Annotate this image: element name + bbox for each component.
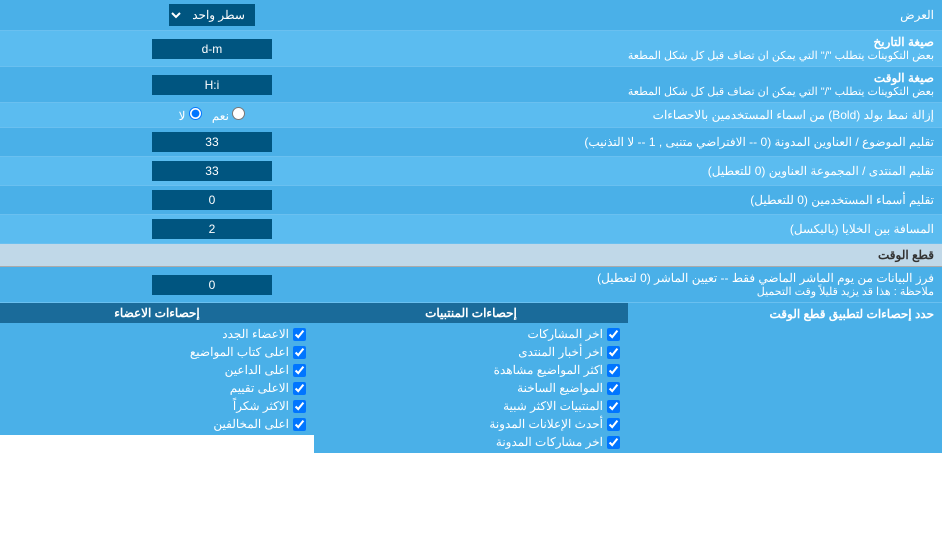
bold-row: إزالة نمط بولد (Bold) من اسماء المستخدمي… [0,103,942,128]
date-format-label-line2: بعض التكوينات يتطلب "/" التي يمكن ان تضا… [432,49,934,62]
member-check-1[interactable] [293,346,306,359]
cell-spacing-value [0,215,424,244]
participation-check-1[interactable] [607,346,620,359]
time-cut-row: فرز البيانات من يوم الماشر الماضي فقط --… [0,267,942,303]
participation-check-4[interactable] [607,400,620,413]
time-cut-label-line2: ملاحظة : هذا قد يزيد قليلاً وقت التحميل [432,285,934,298]
member-check-2[interactable] [293,364,306,377]
title-trim-input[interactable] [152,132,272,152]
participation-check-6[interactable] [607,436,620,449]
member-check-5[interactable] [293,418,306,431]
col-members-header: إحصاءات الاعضاء [0,303,314,323]
time-format-label-line1: صيغة الوقت [432,71,934,85]
member-item-2: اعلى الداعين [4,361,310,379]
bold-value: نعم لا [0,103,424,128]
participation-item-0: اخر المشاركات [318,325,624,343]
time-cut-label: فرز البيانات من يوم الماشر الماضي فقط --… [424,267,942,303]
stats-section: حدد إحصاءات لتطبيق قطع الوقت إحصاءات الم… [0,303,942,454]
time-format-label-line2: بعض التكوينات يتطلب "/" التي يمكن ان تضا… [432,85,934,98]
participation-item-3: المواضيع الساخنة [318,379,624,397]
time-cut-label-line1: فرز البيانات من يوم الماشر الماضي فقط --… [432,271,934,285]
time-format-value: H:i [0,67,424,103]
title-trim-row: تقليم الموضوع / العناوين المدونة (0 -- ا… [0,128,942,157]
title-trim-value [0,128,424,157]
member-item-1: اعلى كتاب المواضيع [4,343,310,361]
username-trim-row: تقليم أسماء المستخدمين (0 للتعطيل) [0,186,942,215]
cell-spacing-label-text: المسافة بين الخلايا (بالبكسل) [432,222,934,236]
username-trim-value [0,186,424,215]
participation-check-3[interactable] [607,382,620,395]
participation-item-2: اكثر المواضيع مشاهدة [318,361,624,379]
bold-yes-radio[interactable] [232,107,245,120]
stats-table: حدد إحصاءات لتطبيق قطع الوقت إحصاءات الم… [0,303,942,453]
display-select[interactable]: سطر واحد سطرين ثلاثة أسطر [169,4,255,26]
title-trim-label: تقليم الموضوع / العناوين المدونة (0 -- ا… [424,128,942,157]
time-format-input[interactable]: H:i [152,75,272,95]
participation-item-5: أحدث الإعلانات المدونة [318,415,624,433]
time-cut-header-text: قطع الوقت [878,248,934,262]
col-members-container: إحصاءات الاعضاء الاعضاء الجدد اعلى كتاب … [0,303,314,453]
username-trim-label-text: تقليم أسماء المستخدمين (0 للتعطيل) [432,193,934,207]
member-item-3: الاعلى تقييم [4,379,310,397]
member-check-3[interactable] [293,382,306,395]
time-cut-header-row: قطع الوقت [0,244,942,267]
bold-yes-label: نعم [212,107,245,123]
member-check-0[interactable] [293,328,306,341]
bold-no-radio[interactable] [189,107,202,120]
col-members-list: الاعضاء الجدد اعلى كتاب المواضيع اعلى ال… [0,323,314,435]
cell-spacing-input[interactable] [152,219,272,239]
username-trim-label: تقليم أسماء المستخدمين (0 للتعطيل) [424,186,942,215]
date-format-label: صيغة التاريخ بعض التكوينات يتطلب "/" الت… [424,31,942,67]
member-item-0: الاعضاء الجدد [4,325,310,343]
username-trim-input[interactable] [152,190,272,210]
participation-item-1: اخر أخبار المنتدى [318,343,624,361]
time-cut-input[interactable] [152,275,272,295]
time-cut-value [0,267,424,303]
participation-check-0[interactable] [607,328,620,341]
date-format-value: d-m [0,31,424,67]
participation-item-4: المنتبيات الاكثر شبية [318,397,624,415]
cell-spacing-label: المسافة بين الخلايا (بالبكسل) [424,215,942,244]
member-check-4[interactable] [293,400,306,413]
participation-check-2[interactable] [607,364,620,377]
stats-header-row: حدد إحصاءات لتطبيق قطع الوقت إحصاءات الم… [0,303,942,453]
member-item-5: اعلى المخالفين [4,415,310,433]
bold-label: إزالة نمط بولد (Bold) من اسماء المستخدمي… [424,103,942,128]
forum-trim-row: تقليم المنتدى / المجموعة العناوين (0 للت… [0,157,942,186]
forum-trim-label: تقليم المنتدى / المجموعة العناوين (0 للت… [424,157,942,186]
display-value: سطر واحد سطرين ثلاثة أسطر [0,0,424,31]
display-header-row: العرض سطر واحد سطرين ثلاثة أسطر [0,0,942,31]
member-item-4: الاكثر شكراً [4,397,310,415]
time-cut-section-header: قطع الوقت [0,244,942,267]
display-label-text: العرض [900,8,934,22]
forum-trim-input[interactable] [152,161,272,181]
forum-trim-label-text: تقليم المنتدى / المجموعة العناوين (0 للت… [432,164,934,178]
participation-item-6: اخر مشاركات المدونة [318,433,624,451]
date-format-input[interactable]: d-m [152,39,272,59]
time-format-label: صيغة الوقت بعض التكوينات يتطلب "/" التي … [424,67,942,103]
bold-no-label: لا [179,107,202,123]
title-trim-label-text: تقليم الموضوع / العناوين المدونة (0 -- ا… [432,135,934,149]
stats-section-row: حدد إحصاءات لتطبيق قطع الوقت إحصاءات الم… [0,303,942,454]
date-format-row: صيغة التاريخ بعض التكوينات يتطلب "/" الت… [0,31,942,67]
col-participations-list: اخر المشاركات اخر أخبار المنتدى اكثر الم… [314,323,628,453]
display-label: العرض [424,0,942,31]
bold-label-text: إزالة نمط بولد (Bold) من اسماء المستخدمي… [432,108,934,122]
col-participations-container: إحصاءات المنتبيات اخر المشاركات اخر أخبا… [314,303,628,453]
participation-check-5[interactable] [607,418,620,431]
col-participations-header: إحصاءات المنتبيات [314,303,628,323]
date-format-label-line1: صيغة التاريخ [432,35,934,49]
stats-apply-header: حدد إحصاءات لتطبيق قطع الوقت [628,303,942,453]
time-format-row: صيغة الوقت بعض التكوينات يتطلب "/" التي … [0,67,942,103]
cell-spacing-row: المسافة بين الخلايا (بالبكسل) [0,215,942,244]
forum-trim-value [0,157,424,186]
